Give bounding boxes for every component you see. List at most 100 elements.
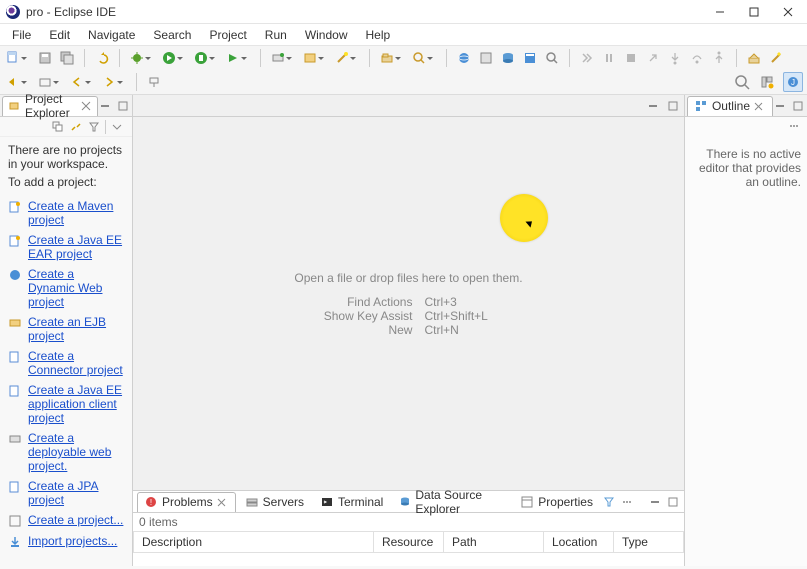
empty-msg-1: There are no projects in your workspace. [8, 143, 124, 171]
link-deployweb[interactable]: Create a deployable web project. [28, 431, 124, 473]
close-icon[interactable] [81, 100, 91, 112]
run-button[interactable] [160, 49, 178, 67]
eclipse-icon [6, 5, 20, 19]
step-into-icon[interactable] [666, 49, 684, 67]
database-icon [399, 495, 411, 509]
link-jpa[interactable]: Create a JPA project [28, 479, 124, 507]
debug-button[interactable] [128, 49, 146, 67]
close-icon[interactable] [754, 100, 766, 112]
back-history-button[interactable] [4, 73, 22, 91]
problems-table: Description Resource Path Location Type [133, 531, 684, 553]
browser-icon[interactable] [455, 49, 473, 67]
link-ear[interactable]: Create a Java EE EAR project [28, 233, 124, 261]
search-button[interactable] [410, 49, 428, 67]
wizard-icon [8, 268, 22, 282]
open-resource-button[interactable] [36, 73, 54, 91]
empty-msg-2: To add a project: [8, 175, 124, 189]
view-menu-icon[interactable] [110, 120, 124, 134]
wizard-icon [8, 316, 22, 330]
menu-help[interactable]: Help [358, 26, 399, 44]
close-icon[interactable] [217, 496, 229, 508]
nav-back-button[interactable] [68, 73, 86, 91]
coverage-button[interactable] [192, 49, 210, 67]
run-last-button[interactable] [224, 49, 242, 67]
maximize-view-button[interactable] [791, 99, 805, 113]
close-button[interactable] [775, 2, 801, 22]
tab-problems[interactable]: ! Problems [137, 492, 236, 512]
save-all-button[interactable] [58, 49, 76, 67]
link-ejb[interactable]: Create an EJB project [28, 315, 124, 343]
undo-icon[interactable] [93, 49, 111, 67]
cursor-highlight [500, 194, 548, 242]
minimize-editor-button[interactable] [646, 99, 660, 113]
link-connector[interactable]: Create a Connector project [28, 349, 124, 377]
disconnect-icon[interactable] [644, 49, 662, 67]
maximize-view-button[interactable] [666, 495, 680, 509]
link-appclient[interactable]: Create a Java EE application client proj… [28, 383, 124, 425]
maximize-view-button[interactable] [116, 99, 130, 113]
minimize-view-button[interactable] [648, 495, 662, 509]
project-explorer-tab[interactable]: Project Explorer [2, 96, 98, 116]
jsp-icon[interactable] [477, 49, 495, 67]
open-type-button[interactable] [378, 49, 396, 67]
maximize-button[interactable] [741, 2, 767, 22]
step-return-icon[interactable] [710, 49, 728, 67]
resume-icon[interactable] [578, 49, 596, 67]
new-button[interactable] [4, 49, 22, 67]
minimize-button[interactable] [707, 2, 733, 22]
collapse-all-icon[interactable] [51, 120, 65, 134]
step-over-icon[interactable] [688, 49, 706, 67]
col-type[interactable]: Type [613, 532, 683, 553]
link-editor-icon[interactable] [69, 120, 83, 134]
minimize-view-button[interactable] [773, 99, 787, 113]
filter-icon[interactable] [602, 495, 616, 509]
menu-navigate[interactable]: Navigate [80, 26, 143, 44]
link-maven[interactable]: Create a Maven project [28, 199, 124, 227]
tab-servers[interactable]: Servers [238, 492, 311, 512]
view-menu-icon[interactable] [620, 495, 634, 509]
menu-run[interactable]: Run [257, 26, 295, 44]
menu-project[interactable]: Project [201, 26, 254, 44]
link-dynweb[interactable]: Create a Dynamic Web project [28, 267, 124, 309]
col-path[interactable]: Path [443, 532, 543, 553]
servers-icon [245, 495, 259, 509]
link-newproject[interactable]: Create a project... [28, 513, 123, 527]
tab-properties[interactable]: Properties [513, 492, 600, 512]
zoom-icon[interactable] [543, 49, 561, 67]
save-button[interactable] [36, 49, 54, 67]
minimize-view-button[interactable] [98, 99, 112, 113]
new-server-button[interactable] [269, 49, 287, 67]
menu-file[interactable]: File [4, 26, 39, 44]
wand-icon[interactable] [767, 49, 785, 67]
new-wizard-button[interactable] [333, 49, 351, 67]
col-description[interactable]: Description [133, 532, 373, 553]
menu-edit[interactable]: Edit [41, 26, 78, 44]
outline-tab[interactable]: Outline [687, 96, 773, 116]
hint-keys: Ctrl+3 [424, 295, 514, 309]
filter-icon[interactable] [87, 120, 101, 134]
open-perspective-button[interactable] [757, 72, 777, 92]
java-ee-perspective-button[interactable]: J [783, 72, 803, 92]
col-location[interactable]: Location [543, 532, 613, 553]
link-import[interactable]: Import projects... [28, 534, 117, 548]
window-icon[interactable] [521, 49, 539, 67]
tab-data-source[interactable]: Data Source Explorer [392, 492, 511, 512]
pin-icon[interactable] [145, 73, 163, 91]
wizard-icon [8, 432, 22, 446]
col-resource[interactable]: Resource [373, 532, 443, 553]
build-icon[interactable] [745, 49, 763, 67]
tab-terminal[interactable]: Terminal [313, 492, 390, 512]
editor-drop-area[interactable]: Open a file or drop files here to open t… [133, 117, 684, 490]
nav-forward-button[interactable] [100, 73, 118, 91]
menu-window[interactable]: Window [297, 26, 356, 44]
new-connection-button[interactable] [301, 49, 319, 67]
maximize-editor-button[interactable] [666, 99, 680, 113]
view-menu-icon[interactable] [787, 119, 801, 133]
terminate-icon[interactable] [622, 49, 640, 67]
data-icon[interactable] [499, 49, 517, 67]
suspend-icon[interactable] [600, 49, 618, 67]
quick-access-button[interactable] [733, 73, 751, 91]
outline-title: Outline [712, 99, 750, 113]
terminal-icon [320, 495, 334, 509]
menu-search[interactable]: Search [145, 26, 199, 44]
